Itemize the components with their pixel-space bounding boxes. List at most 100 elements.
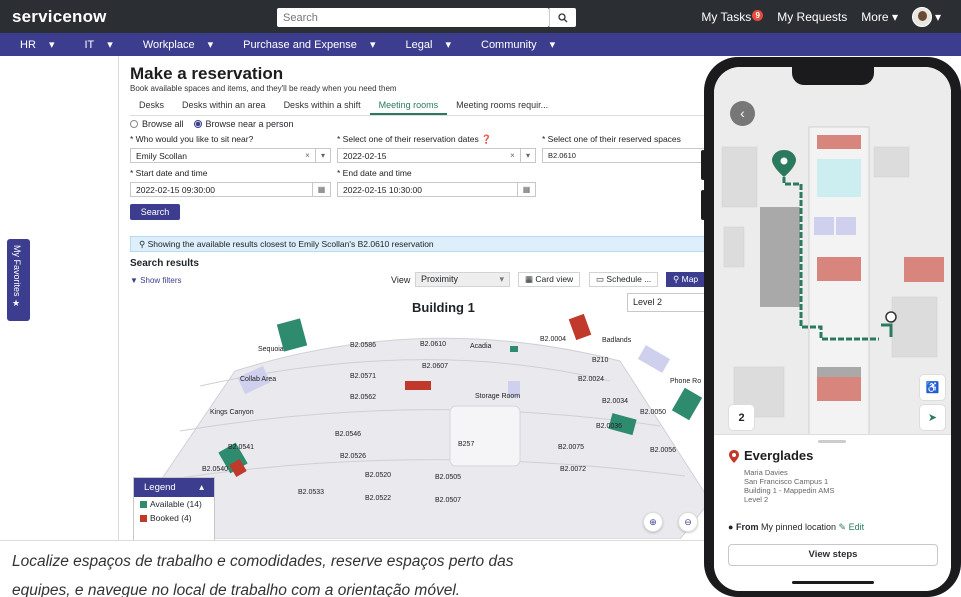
map-label: B210 [592,357,608,364]
clear-icon[interactable]: × [300,149,315,162]
map-label: B2.0533 [298,489,324,496]
navigation-button[interactable]: ➤ [919,404,946,431]
room-booked[interactable] [405,381,431,390]
search-button[interactable] [549,8,576,27]
schedule-view-button[interactable]: ▭ Schedule ... [589,272,659,287]
booked-swatch [140,515,147,522]
tab-meeting-rooms-required[interactable]: Meeting rooms requir... [447,97,557,115]
browse-near-radio[interactable] [193,120,202,128]
calendar-icon[interactable]: ▦ [312,183,330,196]
phone-notch [792,67,874,85]
nav-community-label: Community [481,39,537,51]
clear-icon[interactable]: × [505,149,520,162]
view-steps-button[interactable]: View steps [728,544,938,566]
room-booked[interactable] [568,313,592,341]
nav-community[interactable]: Community ▾ [461,38,565,51]
accessibility-button[interactable]: ♿ [919,374,946,401]
nav-legal[interactable]: Legal ▾ [386,38,462,51]
map-legend: Legend ▴ Available (14) Booked (4) [133,477,215,541]
favorites-tab[interactable]: My Favorites ★ [7,239,30,321]
location-pin-icon [729,450,739,463]
location-details-sheet: Everglades Maria Davies San Francisco Ca… [714,434,951,591]
level-badge[interactable]: 2 [728,404,755,431]
map-label: Map [681,274,699,284]
room-available[interactable] [510,346,518,352]
more-menu[interactable]: More ▾ [861,10,898,24]
zoom-out-button[interactable]: ⊖ [678,512,698,532]
zoom-in-button[interactable]: ⊕ [643,512,663,532]
spaces-field[interactable]: B2.0610 [542,148,707,163]
end-field[interactable]: 2022-02-15 10:30:00 ▦ [337,182,536,197]
my-tasks-label: My Tasks [701,9,752,24]
global-search[interactable] [277,8,549,28]
browse-all-option[interactable]: Browse all [130,119,184,129]
nav-it[interactable]: IT ▾ [64,38,122,51]
legend-available-label: Available (14) [150,499,202,509]
tab-desks-within-area[interactable]: Desks within an area [173,97,275,115]
from-dot-icon: ● [728,522,734,532]
spaces-label: * Select one of their reserved spaces [542,134,681,144]
help-icon[interactable]: ❓ [481,134,492,144]
map-label: B2.0034 [602,398,628,405]
map-label: B2.0541 [228,444,254,451]
legend-header[interactable]: Legend ▴ [134,478,214,497]
location-pin-icon: ⚲ [139,239,146,249]
nav-purchase[interactable]: Purchase and Expense ▾ [223,38,385,51]
floor-map[interactable]: B2.0610 B2.0586 B2.0607 B2.0004 Badlands… [140,311,710,539]
location-building: Building 1 - Mappedin AMS [744,486,835,495]
my-tasks-link[interactable]: My Tasks 9 [701,9,764,24]
nav-hr-label: HR [20,39,36,51]
who-field[interactable]: Emily Scollan × ▾ [130,148,331,163]
map-label: B2.0075 [558,444,584,451]
dates-field[interactable]: 2022-02-15 × ▾ [337,148,536,163]
tab-desks[interactable]: Desks [130,97,173,115]
calendar-icon[interactable]: ▦ [517,183,535,196]
start-value: 2022-02-15 09:30:00 [136,185,215,195]
nav-workplace-label: Workplace [142,39,195,51]
tab-meeting-rooms[interactable]: Meeting rooms [369,97,448,115]
nav-workplace[interactable]: Workplace ▾ [123,38,223,51]
location-campus: San Francisco Campus 1 [744,477,829,486]
spaces-label-text: Select one of their reserved spaces [547,134,681,144]
location-person: Maria Davies [744,468,788,477]
map-label: B2.0507 [435,497,461,504]
tab-desks-within-shift[interactable]: Desks within a shift [275,97,370,115]
start-field[interactable]: 2022-02-15 09:30:00 ▦ [130,182,331,197]
user-menu[interactable]: ▾ [911,6,941,27]
global-search-input[interactable] [277,8,549,28]
edit-from-link[interactable]: ✎ Edit [839,522,865,532]
top-nav: My Tasks 9 My Requests More ▾ ▾ [701,0,941,33]
results-title: Search results [130,258,199,269]
pencil-icon: ✎ [838,522,847,532]
chevron-down-icon[interactable]: ▾ [315,149,330,162]
map-label: B2.0610 [420,341,446,348]
nav-hr[interactable]: HR ▾ [0,38,64,51]
card-view-button[interactable]: ▦ Card view [518,272,581,287]
navigation-arrow-icon: ➤ [927,412,938,424]
sheet-handle[interactable] [818,440,846,443]
chevron-down-icon[interactable]: ▾ [520,149,535,162]
search-submit-button[interactable]: Search [130,204,180,220]
servicenow-logo[interactable]: servicenow [12,7,107,27]
favorites-text: My Favorites [12,245,22,297]
tasks-count-badge: 9 [752,9,764,21]
filter-icon: ▼ [130,276,138,285]
start-label: * Start date and time [130,168,208,178]
legend-booked: Booked (4) [134,511,214,525]
map-label: B2.0520 [365,472,391,479]
room-available[interactable] [671,387,703,421]
view-select[interactable]: Proximity ▾ [415,272,510,287]
map-label: Sequoia [258,346,284,353]
browse-all-radio[interactable] [130,120,138,128]
back-button[interactable]: ‹ [730,101,755,126]
calendar-icon: ▭ [596,274,605,284]
grid-icon: ▦ [525,274,534,284]
browse-near-option[interactable]: Browse near a person [193,119,294,129]
my-requests-link[interactable]: My Requests [777,10,847,24]
accessibility-icon: ♿ [925,382,940,394]
nav-purchase-label: Purchase and Expense [243,39,357,51]
avatar [911,6,932,27]
map-view-button[interactable]: ⚲ Map [666,272,706,287]
phone-screen: ‹ ♿ 2 ➤ Everglades Maria Davies San Fran… [714,67,951,591]
show-filters-link[interactable]: ▼ Show filters [130,276,182,285]
